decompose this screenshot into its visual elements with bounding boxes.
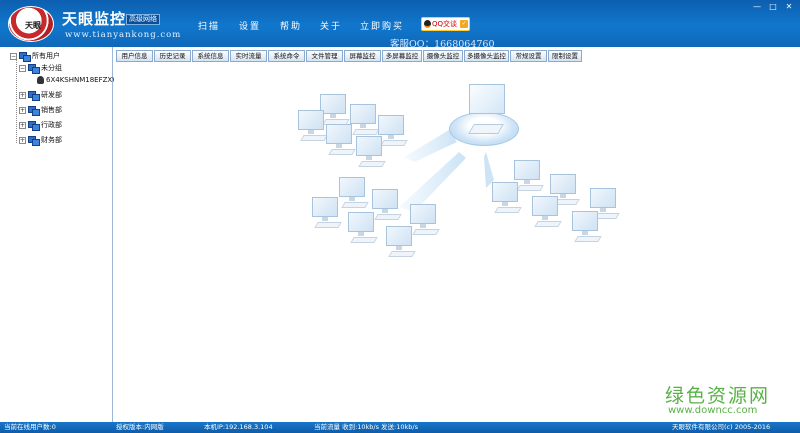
local-ip-status: 本机IP:192.168.3.104 <box>204 423 273 431</box>
tab-user-info[interactable]: 用户信息 <box>116 50 153 62</box>
tab-system-command[interactable]: 系统命令 <box>268 50 305 62</box>
hub-monitor <box>469 84 505 114</box>
tab-multi-camera-monitor[interactable]: 多摄像头监控 <box>464 50 509 62</box>
tab-general-settings[interactable]: 常规设置 <box>510 50 547 62</box>
app-title: 天眼监控 <box>62 10 127 28</box>
user-tree-panel: − 所有用户 − 未分组 6X4KSHNM18EFZXW + 研发部 + 销售部 + 行政… <box>0 47 119 422</box>
menu-buy-now[interactable]: 立即购买 <box>360 19 404 32</box>
qq-penguin-icon <box>424 20 431 28</box>
user-group-icon <box>28 106 40 116</box>
tree-node-admin[interactable]: + 行政部 <box>19 120 62 131</box>
tree-node-machine[interactable]: 6X4KSHNM18EFZXW <box>37 75 119 85</box>
tree-connector <box>16 59 17 143</box>
tab-multi-screen-monitor[interactable]: 多屏幕监控 <box>382 50 422 62</box>
qq-chat-label: QQ交谈 <box>432 20 458 28</box>
maximize-button[interactable]: □ <box>767 2 779 12</box>
hub-keyboard <box>468 124 504 134</box>
user-group-icon <box>28 136 40 146</box>
expand-toggle[interactable]: + <box>19 91 26 99</box>
close-button[interactable]: ✕ <box>783 2 795 12</box>
traffic-status: 当前流量 收到:10kb/s 发送:10kb/s <box>314 423 418 431</box>
expand-toggle[interactable]: + <box>19 106 26 114</box>
tab-restriction-settings[interactable]: 限制设置 <box>548 50 582 62</box>
user-group-icon <box>28 121 40 131</box>
tab-realtime-traffic[interactable]: 实时流量 <box>230 50 267 62</box>
tree-node-sales[interactable]: + 销售部 <box>19 105 62 116</box>
tree-node-label: 未分组 <box>41 64 62 72</box>
collapse-toggle[interactable]: − <box>19 64 26 72</box>
title-bar: 天眼 天眼监控 高级网络 www.tianyankong.com 扫描 设置 帮… <box>0 0 800 50</box>
tree-node-ungrouped[interactable]: − 未分组 <box>19 63 62 74</box>
menu-about[interactable]: 关于 <box>320 19 342 32</box>
tree-node-label: 所有用户 <box>32 52 60 60</box>
menu-help[interactable]: 帮助 <box>280 19 302 32</box>
copyright-status: 天眼软件有限公司(c) 2005-2016 <box>672 423 771 431</box>
watermark-url: www.downcc.com <box>668 405 758 416</box>
watermark-text: 绿色资源网 <box>665 385 771 407</box>
tree-node-label: 6X4KSHNM18EFZXW <box>46 76 120 84</box>
tree-node-all-users[interactable]: − 所有用户 <box>10 51 60 62</box>
connection-beam <box>399 152 466 212</box>
user-group-icon <box>19 52 31 62</box>
edition-badge: 高级网络 <box>126 14 160 25</box>
menu-scan[interactable]: 扫描 <box>198 19 220 32</box>
check-icon: ✓ <box>460 20 468 28</box>
tab-screen-monitor[interactable]: 屏幕监控 <box>344 50 381 62</box>
tree-node-dev[interactable]: + 研发部 <box>19 90 62 101</box>
network-diagram-background <box>399 130 494 212</box>
tab-camera-monitor[interactable]: 摄像头监控 <box>423 50 463 62</box>
service-qq-label: 客服QQ：1668064760 <box>390 39 495 50</box>
user-group-icon <box>28 64 40 74</box>
license-status: 授权版本:内网版 <box>116 423 164 431</box>
status-bar: 当前在线用户数:0 授权版本:内网版 本机IP:192.168.3.104 当前… <box>0 422 800 433</box>
menu-settings[interactable]: 设置 <box>239 19 261 32</box>
tree-node-label: 销售部 <box>41 106 62 114</box>
app-url: www.tianyankong.com <box>65 30 182 40</box>
tree-node-label: 行政部 <box>41 121 62 129</box>
user-group-icon <box>28 91 40 101</box>
tree-node-label: 财务部 <box>41 136 62 144</box>
online-users-status: 当前在线用户数:0 <box>4 423 56 431</box>
tab-history[interactable]: 历史记录 <box>154 50 191 62</box>
tree-node-finance[interactable]: + 财务部 <box>19 135 62 146</box>
monitor-canvas <box>114 62 800 422</box>
logo-glyph: 天眼 <box>25 20 41 30</box>
minimize-button[interactable]: — <box>751 2 763 12</box>
tab-file-manager[interactable]: 文件管理 <box>306 50 343 62</box>
qq-chat-button[interactable]: QQ交谈 ✓ <box>421 17 470 31</box>
expand-toggle[interactable]: + <box>19 121 26 129</box>
user-icon <box>37 76 44 84</box>
tab-system-info[interactable]: 系统信息 <box>192 50 229 62</box>
connection-beam <box>404 130 457 162</box>
tree-node-label: 研发部 <box>41 91 62 99</box>
expand-toggle[interactable]: + <box>19 136 26 144</box>
collapse-toggle[interactable]: − <box>10 52 17 60</box>
